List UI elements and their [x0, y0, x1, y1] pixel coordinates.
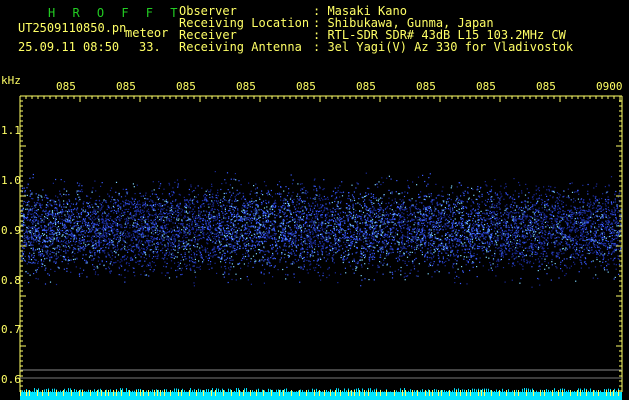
spectrogram-plot	[19, 95, 623, 400]
antenna-value: : 3el Yagi(V) Az 330 for Vladivostok	[313, 40, 574, 54]
x-tick-label: 085	[296, 80, 316, 93]
filename-label: UT2509110850.pn	[18, 21, 127, 35]
count-label: 33.	[139, 40, 161, 54]
x-tick-label: 085	[356, 80, 376, 93]
y-tick-label: 1.1	[1, 124, 21, 137]
y-unit-label: kHz	[1, 74, 21, 87]
y-tick-label: 0.7	[1, 323, 21, 336]
brand-title: H R O F F T	[48, 6, 183, 20]
bottom-strip	[20, 388, 622, 400]
x-tick-label: 085	[176, 80, 196, 93]
y-tick-label: 0.9	[1, 224, 21, 237]
y-tick-label: 0.6	[1, 373, 21, 386]
antenna-label: Receiving Antenna	[179, 40, 302, 54]
noise-band	[21, 171, 623, 288]
y-tick-label: 1.0	[1, 174, 21, 187]
x-tick-label: 085	[236, 80, 256, 93]
datetime-label: 25.09.11 08:50	[18, 40, 120, 54]
y-tick-label: 0.8	[1, 274, 21, 287]
x-tick-label: 085	[476, 80, 496, 93]
x-tick-label: 0900	[596, 80, 623, 93]
x-tick-label: 085	[56, 80, 76, 93]
mode-label: meteor	[125, 26, 169, 40]
x-tick-label: 085	[536, 80, 556, 93]
x-tick-label: 085	[416, 80, 436, 93]
x-tick-label: 085	[116, 80, 136, 93]
